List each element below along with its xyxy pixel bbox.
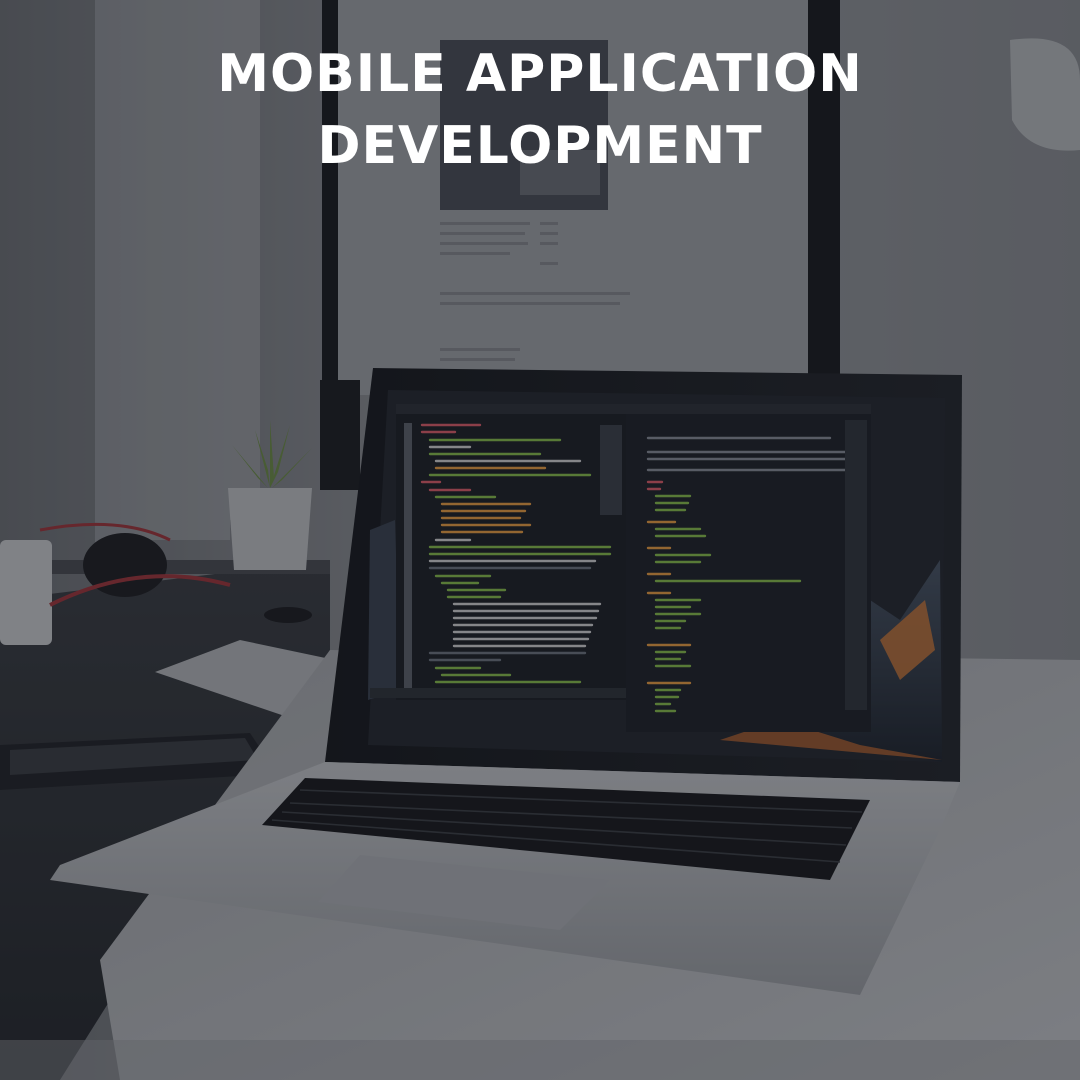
editor-tabbar (396, 404, 871, 414)
code-editor-left (396, 412, 626, 700)
editor-status-bar (370, 688, 626, 698)
plant-pot (228, 488, 312, 570)
minimap-right (845, 420, 867, 710)
headline: MOBILE APPLICATION DEVELOPMENT (0, 38, 1080, 182)
minimap (600, 425, 622, 515)
mug (0, 540, 52, 645)
headline-line-2: DEVELOPMENT (317, 116, 763, 176)
table-front-edge (0, 1040, 1080, 1080)
headline-line-1: MOBILE APPLICATION (217, 44, 863, 104)
hero-banner: MOBILE APPLICATION DEVELOPMENT (0, 0, 1080, 1080)
mouse (264, 607, 312, 623)
wallpaper-mountain-left (368, 520, 400, 700)
monitor-stand (320, 380, 360, 490)
line-numbers (404, 423, 412, 688)
